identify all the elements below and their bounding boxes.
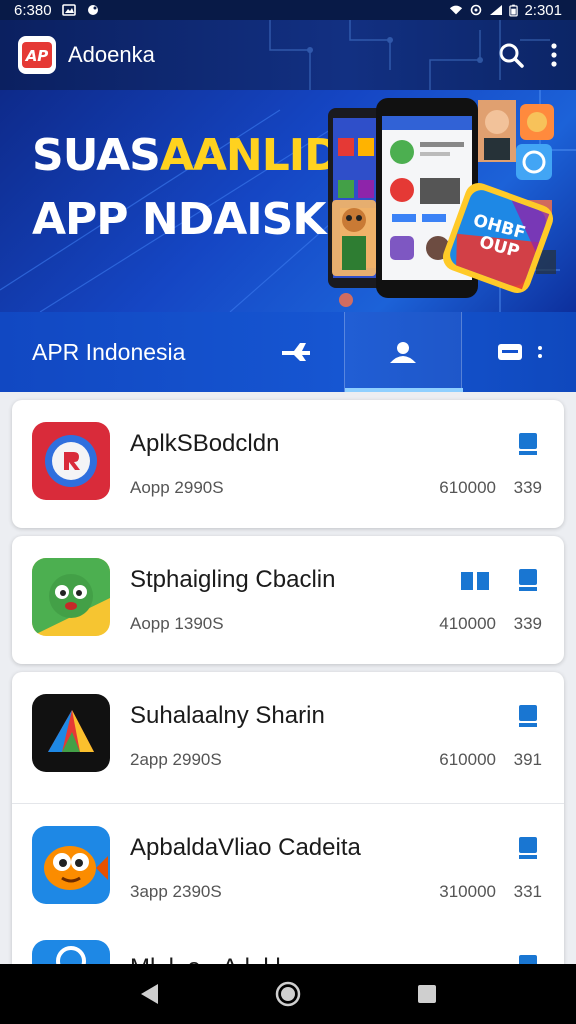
app-count: 339 [513,478,542,497]
app-count: 331 [513,882,542,901]
app-card[interactable]: Suhalaalny Sharin 2app 2990S 610000 391 … [12,672,564,964]
app-name: ApbaldaVliao Cadeita [130,834,361,861]
battery-icon [509,4,519,17]
more-options-icon[interactable] [550,42,558,68]
sync-icon [471,4,482,16]
download-icon[interactable] [518,954,538,964]
triangle-app-icon [32,694,110,772]
app-count: 391 [513,750,542,769]
record-app-icon [32,422,110,500]
home-icon[interactable] [275,981,301,1007]
list-item[interactable]: AplkSBodcldn Aopp 2990S 610000 339 [12,400,564,530]
list-item[interactable]: ApbaldaVliao Cadeita 3app 2390S 310000 3… [12,804,564,934]
app-size: 310000 [439,882,496,901]
app-size: 610000 [439,478,496,497]
status-time-left: 6:380 [14,1,52,19]
app-name: Ml..l..e..-A.l..l.l [130,954,281,964]
app-logo-text: AP [25,47,49,65]
app-size: 410000 [439,614,496,633]
book-icon[interactable] [460,570,490,592]
search-icon[interactable] [498,42,524,68]
app-subtitle: 3app 2390S [130,882,222,901]
download-icon[interactable] [518,836,538,860]
fish-app-icon [32,826,110,904]
tab-more-icon[interactable] [537,343,543,361]
recents-icon[interactable] [416,983,438,1005]
app-card[interactable]: Stphaigling Cbaclin Aopp 1390S 410000 33… [12,536,564,664]
app-size: 610000 [439,750,496,769]
signal-icon [490,5,503,15]
tab-bar-label: APR Indonesia [32,338,186,365]
download-icon[interactable] [518,568,538,592]
hero-phones-illustration: OHBF OUP [328,98,556,307]
hero-title-line2: APP NDAISK [32,194,326,245]
app-logo-icon: AP [22,42,52,68]
app-logo[interactable]: AP [18,36,56,74]
list-item-partial[interactable]: Ml..l..e..-A.l..l.l [12,940,564,964]
app-title: Adoenka [68,42,155,67]
list-item[interactable]: Stphaigling Cbaclin Aopp 1390S 410000 33… [12,536,564,666]
category-tab-bar: APR Indonesia [0,312,576,392]
app-name: Suhalaalny Sharin [130,702,325,729]
gallery-notification-icon [61,4,76,16]
status-time-right: 2:301 [524,1,562,19]
download-icon[interactable] [518,704,538,728]
status-bar: 6:380 2:301 [0,0,576,20]
system-nav-bar [0,964,576,1024]
hero-banner[interactable]: SUASAANLIDA APP NDAISK OHBF OUP [0,90,576,312]
card-icon [498,344,522,360]
blue-circle-app-icon [32,940,110,964]
wifi-icon [450,5,463,15]
app-count: 339 [513,614,542,633]
download-icon[interactable] [518,432,538,456]
tab-people[interactable] [344,312,463,392]
circle-notification-icon [87,5,98,15]
user-icon [390,342,416,363]
app-subtitle: Aopp 2990S [130,478,224,497]
hero-title-white: SUAS [32,130,161,181]
tab-categories[interactable] [470,312,570,392]
app-name: AplkSBodcldn [130,430,280,457]
green-monster-app-icon [32,558,110,636]
plane-icon [282,343,310,361]
app-subtitle: Aopp 1390S [130,614,224,633]
tab-games[interactable] [250,312,342,392]
app-card[interactable]: AplkSBodcldn Aopp 2990S 610000 339 [12,400,564,528]
app-subtitle: 2app 2990S [130,750,222,769]
app-list: AplkSBodcldn Aopp 2990S 610000 339 Stpha… [0,392,576,964]
back-icon[interactable] [138,982,160,1006]
app-screen: 6:380 2:301 AP Adoenka SUASAANLIDA APP N… [0,0,576,1024]
app-bar: AP Adoenka [0,20,576,90]
app-name: Stphaigling Cbaclin [130,566,336,593]
list-item[interactable]: Suhalaalny Sharin 2app 2990S 610000 391 [12,672,564,802]
